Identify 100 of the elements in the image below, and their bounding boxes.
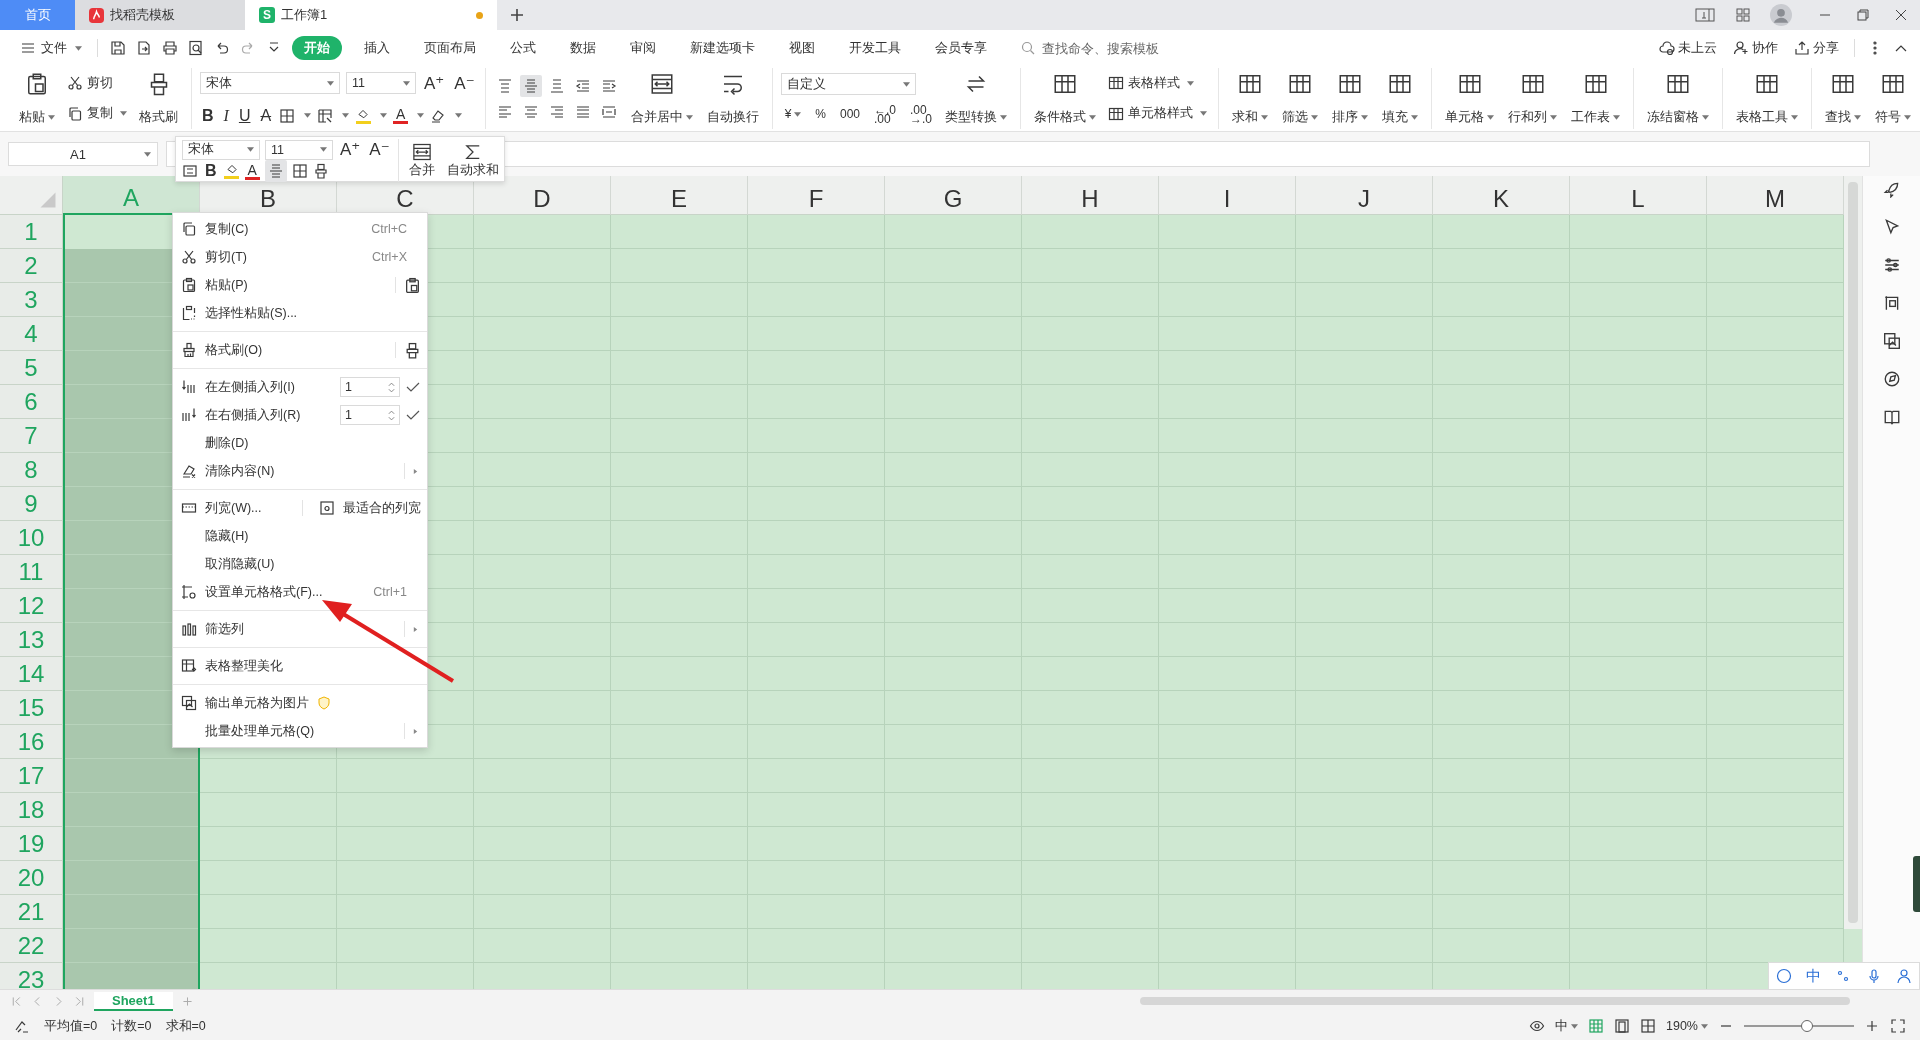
input-mode-dropdown[interactable]: 中 — [1555, 1017, 1578, 1035]
cut-button[interactable]: 剪切 — [64, 72, 130, 94]
bold-button[interactable]: B — [200, 106, 216, 125]
column-header[interactable]: L — [1570, 176, 1707, 215]
document-tab[interactable]: 找稻壳模板 — [75, 0, 245, 30]
menu-item[interactable]: 筛选列 — [173, 615, 396, 643]
menu-item[interactable]: 隐藏(H) — [173, 522, 421, 550]
zoom-slider-thumb[interactable] — [1800, 1020, 1813, 1032]
window-layout-icon[interactable] — [1695, 7, 1715, 23]
type-convert-button[interactable]: 类型转换 — [940, 68, 1013, 129]
menu-item[interactable]: 取消隐藏(U) — [173, 550, 421, 578]
page-break-icon[interactable] — [1640, 1018, 1656, 1034]
menu-item[interactable]: 选择性粘贴(S)... — [173, 299, 421, 327]
cell-style-icon[interactable] — [317, 107, 334, 124]
menu-item[interactable]: 复制(C) Ctrl+C — [173, 215, 421, 243]
brush-icon[interactable] — [312, 163, 329, 179]
add-sheet-icon[interactable] — [180, 994, 194, 1008]
eye-icon[interactable] — [1529, 1018, 1545, 1034]
menu-item[interactable]: 设置单元格格式(F)... Ctrl+1 — [173, 578, 421, 606]
vertical-scrollbar[interactable] — [1844, 176, 1862, 929]
avatar-icon[interactable] — [1770, 4, 1792, 26]
italic-button[interactable]: I — [221, 106, 231, 125]
column-header[interactable]: K — [1433, 176, 1570, 215]
border-icon[interactable] — [279, 107, 296, 124]
zoom-dropdown[interactable]: 190% — [1666, 1019, 1708, 1033]
ribbon-button[interactable]: 符号 — [1870, 68, 1917, 129]
ribbon-tab[interactable]: 新建选项卡 — [678, 36, 767, 60]
book-icon[interactable] — [1882, 408, 1901, 426]
number-spinner[interactable]: 1 — [340, 377, 400, 397]
toolbar-action[interactable]: 分享 — [1794, 39, 1839, 57]
underline-button[interactable]: U — [236, 106, 253, 125]
print-preview-icon[interactable] — [188, 40, 204, 56]
frame-icon[interactable] — [1882, 294, 1901, 312]
number-format-button[interactable]: 000 — [836, 110, 864, 120]
picture-icon[interactable] — [1882, 332, 1901, 350]
strikethrough-button[interactable]: A — [258, 106, 274, 125]
menu-item[interactable]: 表格整理美化 — [173, 652, 421, 680]
cursor-icon[interactable] — [1882, 218, 1901, 236]
normal-view-icon[interactable] — [1588, 1018, 1604, 1034]
toolbar-action[interactable]: 未上云 — [1659, 39, 1717, 57]
autofit-icon[interactable] — [182, 163, 198, 179]
fill-color-button[interactable] — [355, 107, 372, 124]
menu-item[interactable]: 删除(D) — [173, 429, 421, 457]
font-size-dropdown[interactable]: 11 — [265, 139, 333, 160]
ribbon-tab[interactable]: 页面布局 — [412, 36, 488, 60]
font-size-dropdown[interactable]: 11 — [346, 72, 416, 95]
column-header[interactable]: G — [885, 176, 1022, 215]
ribbon-tab[interactable]: 公式 — [498, 36, 548, 60]
ribbon-button[interactable]: 求和 — [1227, 68, 1274, 129]
ribbon-button[interactable]: 工作表 — [1566, 68, 1626, 129]
export-icon[interactable] — [136, 40, 152, 56]
ribbon-button[interactable]: 筛选 — [1277, 68, 1324, 129]
clipboard-icon[interactable] — [404, 276, 421, 294]
number-format-button[interactable]: ←.0 .00 — [870, 105, 901, 124]
merge-center-button[interactable]: 合并居中 — [625, 68, 698, 129]
ribbon-button[interactable]: 填充 — [1377, 68, 1424, 129]
font-color-button[interactable]: A — [393, 107, 409, 125]
menu-item[interactable]: 粘贴(P) — [173, 271, 387, 299]
apps-grid-icon[interactable] — [1733, 7, 1753, 23]
border-icon[interactable] — [291, 163, 308, 179]
menu-item[interactable]: 在右侧插入列(R) — [173, 401, 340, 429]
ribbon-tab[interactable]: 数据 — [558, 36, 608, 60]
rocket-icon[interactable] — [1882, 180, 1901, 198]
font-name-dropdown[interactable]: 宋体 — [182, 139, 260, 160]
column-header[interactable]: M — [1707, 176, 1844, 215]
page-layout-icon[interactable] — [1614, 1018, 1630, 1034]
ribbon-button[interactable]: 条件格式 — [1029, 68, 1102, 129]
number-format-button[interactable]: ¥ — [780, 110, 806, 120]
ribbon-button[interactable]: 单元格样式 — [1105, 103, 1211, 125]
menu-item[interactable]: 剪切(T) Ctrl+X — [173, 243, 421, 271]
ribbon-button[interactable]: 查找 — [1820, 68, 1867, 129]
ribbon-button[interactable]: 冻结窗格 — [1642, 68, 1715, 129]
zoom-in-icon[interactable] — [1864, 1018, 1880, 1034]
ribbon-button[interactable]: 单元格 — [1440, 68, 1500, 129]
ribbon-tab[interactable]: 开发工具 — [837, 36, 913, 60]
new-tab-icon[interactable] — [509, 7, 525, 23]
column-header[interactable]: D — [474, 176, 611, 215]
menu-item[interactable]: 列宽(W)... — [173, 494, 294, 522]
ribbon-tab[interactable]: 视图 — [777, 36, 827, 60]
ribbon-button[interactable]: 表格工具 — [1731, 68, 1804, 129]
side-handle[interactable] — [1913, 856, 1920, 912]
column-header[interactable]: H — [1022, 176, 1159, 215]
copy-button[interactable]: 复制 — [64, 103, 130, 125]
decrease-font-button[interactable]: A⁻ — [452, 72, 477, 94]
column-header[interactable]: E — [611, 176, 748, 215]
decrease-font-button[interactable]: A⁻ — [367, 139, 392, 160]
save-icon[interactable] — [110, 40, 126, 56]
ribbon-button[interactable]: 排序 — [1327, 68, 1374, 129]
input-mode-toggle[interactable]: 中 — [1806, 966, 1822, 986]
font-name-dropdown[interactable]: 宋体 — [200, 72, 340, 95]
column-header[interactable]: I — [1159, 176, 1296, 215]
number-format-button[interactable]: .00 →.0 — [906, 105, 937, 124]
menu-item[interactable]: 最适合的列宽 — [311, 494, 421, 522]
increase-font-button[interactable]: A⁺ — [338, 139, 363, 160]
ribbon-tab[interactable]: 插入 — [352, 36, 402, 60]
paste-button[interactable]: 粘贴 — [14, 68, 60, 129]
column-header[interactable]: F — [748, 176, 885, 215]
fill-color-button[interactable] — [223, 163, 240, 179]
ribbon-tab[interactable]: 会员专享 — [923, 36, 999, 60]
menu-item[interactable]: 清除内容(N) — [173, 457, 396, 485]
